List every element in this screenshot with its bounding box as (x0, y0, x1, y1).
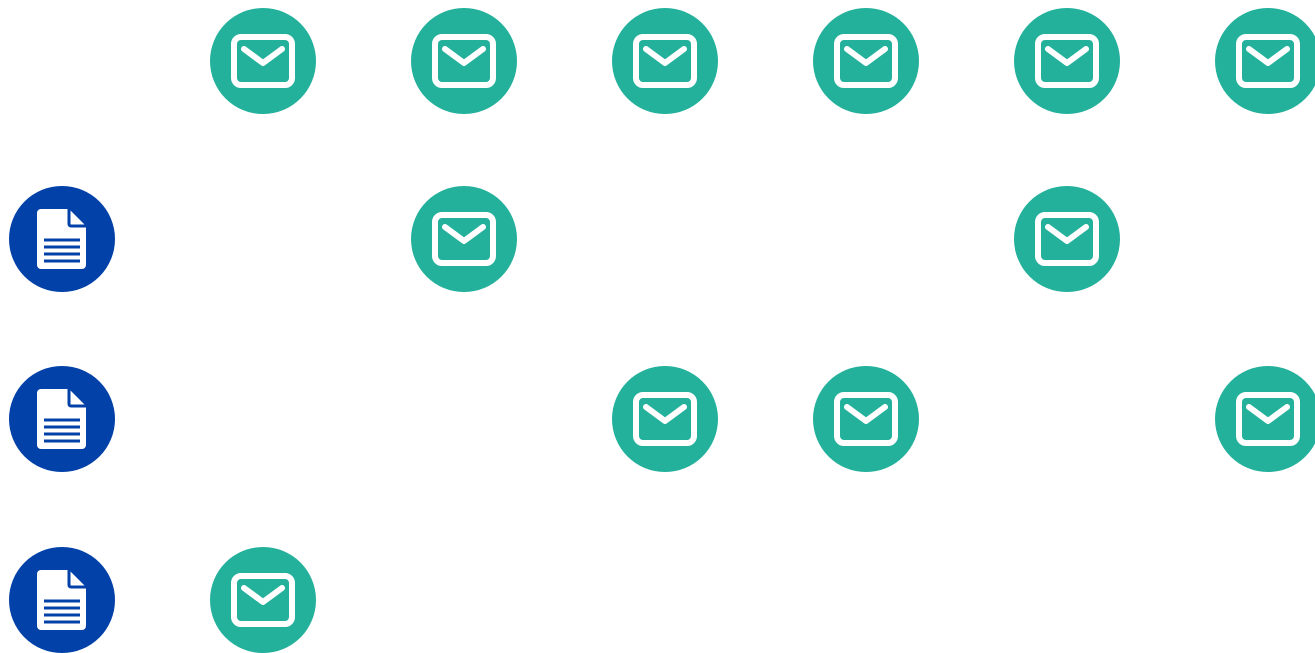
document-icon (35, 386, 89, 452)
mail-icon (231, 573, 295, 627)
mail-tile[interactable] (1215, 366, 1315, 472)
document-tile[interactable] (9, 366, 115, 472)
document-icon (35, 567, 89, 633)
mail-tile[interactable] (612, 366, 718, 472)
document-tile[interactable] (9, 547, 115, 653)
mail-icon (432, 212, 496, 266)
mail-icon (633, 34, 697, 88)
mail-tile[interactable] (210, 547, 316, 653)
document-icon (35, 206, 89, 272)
mail-icon (834, 392, 898, 446)
mail-tile[interactable] (1215, 8, 1315, 114)
icon-grid (0, 0, 1315, 653)
mail-tile[interactable] (210, 8, 316, 114)
mail-icon (633, 392, 697, 446)
mail-icon (834, 34, 898, 88)
mail-tile[interactable] (1014, 8, 1120, 114)
mail-tile[interactable] (813, 8, 919, 114)
mail-icon (432, 34, 496, 88)
mail-tile[interactable] (411, 186, 517, 292)
mail-icon (1035, 34, 1099, 88)
mail-tile[interactable] (612, 8, 718, 114)
mail-tile[interactable] (1014, 186, 1120, 292)
mail-icon (231, 34, 295, 88)
document-tile[interactable] (9, 186, 115, 292)
mail-tile[interactable] (411, 8, 517, 114)
mail-icon (1236, 34, 1300, 88)
mail-icon (1035, 212, 1099, 266)
mail-icon (1236, 392, 1300, 446)
mail-tile[interactable] (813, 366, 919, 472)
